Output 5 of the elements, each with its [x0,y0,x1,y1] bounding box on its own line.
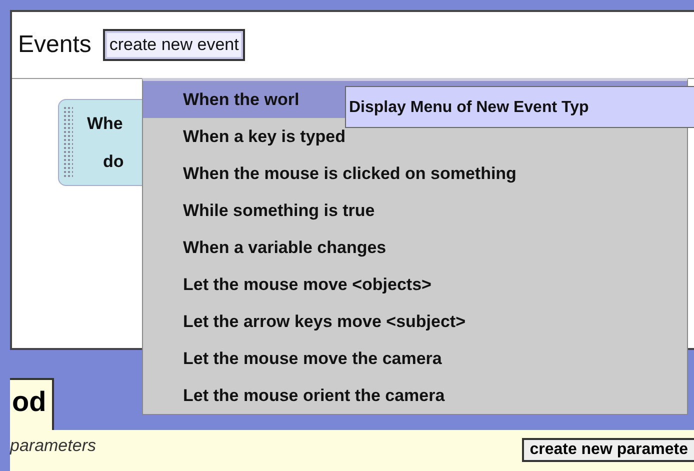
tooltip: Display Menu of New Event Typ [345,86,694,128]
parameters-label: parameters [10,436,96,456]
events-title: Events [18,31,92,59]
event-block-text: do [103,152,124,172]
event-block-text: Whe [87,114,123,134]
